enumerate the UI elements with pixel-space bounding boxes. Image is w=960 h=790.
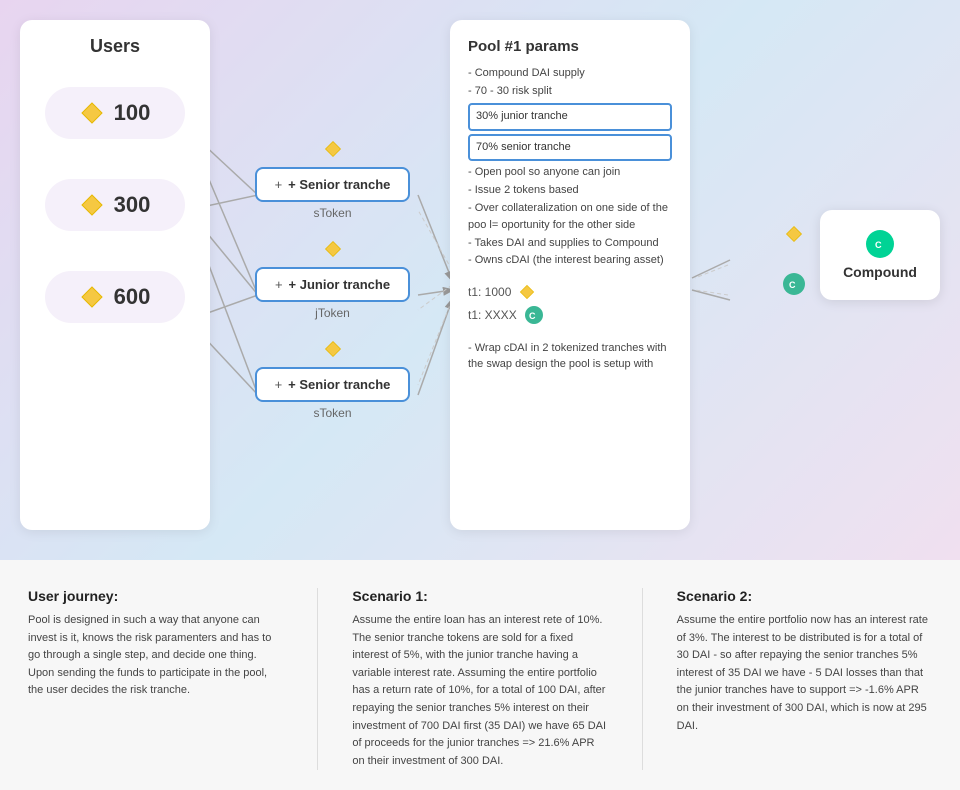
user-amount-300: 300 [114, 192, 151, 218]
t1-xxxx-label: t1: XXXX [468, 308, 517, 322]
divider-1 [317, 588, 318, 770]
tranche-diamond-2 [324, 240, 342, 258]
user-journey-title: User journey: [28, 588, 283, 604]
pool-param-supply: - Compound DAI supply [468, 65, 672, 83]
senior-tranche-top-token: sToken [313, 206, 351, 220]
connector-area: C [783, 225, 805, 295]
scenario1-col: Scenario 1: Assume the entire loan has a… [352, 588, 607, 770]
pool-param-split: - 70 - 30 risk split [468, 83, 672, 101]
user-amount-100: 100 [114, 100, 151, 126]
svg-text:C: C [529, 311, 536, 321]
scenario1-title: Scenario 1: [352, 588, 607, 604]
divider-2 [642, 588, 643, 770]
pool-highlight-senior: 70% senior tranche [468, 134, 672, 162]
t1-1000-label: t1: 1000 [468, 285, 511, 299]
scenario2-title: Scenario 2: [677, 588, 932, 604]
diamond-icon-100 [80, 101, 104, 125]
compound-logo: C [866, 230, 894, 258]
wrap-text: - Wrap cDAI in 2 tokenized tranches with… [468, 340, 672, 373]
pool-param-takes: - Takes DAI and supplies to Compound [468, 235, 672, 253]
pool-param-owns: - Owns cDAI (the interest bearing asset) [468, 252, 672, 270]
senior-tranche-bottom-token: sToken [313, 406, 351, 420]
senior-tranche-bottom: + + Senior tranche [255, 367, 410, 402]
bottom-section: User journey: Pool is designed in such a… [0, 560, 960, 790]
scenario2-text: Assume the entire portfolio now has an i… [677, 612, 932, 735]
junior-tranche-token: jToken [315, 306, 350, 320]
pool-param-open: - Open pool so anyone can join [468, 164, 672, 182]
tranches-area: + + Senior tranche sToken + + Junior tra… [255, 140, 410, 420]
users-title: Users [90, 36, 140, 57]
tranche-diamond-3 [324, 340, 342, 358]
user-journey-text: Pool is designed in such a way that anyo… [28, 612, 283, 700]
user-100: 100 [45, 87, 185, 139]
compound-box: C Compound [820, 210, 940, 300]
cdai-icon: C [525, 306, 543, 324]
user-300: 300 [45, 179, 185, 231]
senior-tranche-bottom-label: + Senior tranche [288, 377, 390, 392]
svg-text:C: C [875, 240, 882, 250]
pool-params-list: - Compound DAI supply - 70 - 30 risk spl… [468, 65, 672, 270]
t1-row-xxxx: t1: XXXX C [468, 306, 672, 324]
junior-tranche-label: + Junior tranche [289, 277, 391, 292]
connector-diamond-gold [785, 225, 803, 243]
pool-param-collateral: - Over collateralization on one side of … [468, 200, 672, 235]
diamond-icon-600 [80, 285, 104, 309]
connector-cdai: C [783, 273, 805, 295]
junior-tranche: + + Junior tranche [255, 267, 410, 302]
pool-param-issue: - Issue 2 tokens based [468, 182, 672, 200]
users-panel: Users 100 300 600 [20, 20, 210, 530]
tranche-diamond-1 [324, 140, 342, 158]
senior-tranche-top: + + Senior tranche [255, 167, 410, 202]
t1-diamond-gold [519, 284, 535, 300]
compound-name: Compound [843, 264, 917, 280]
scenario2-col: Scenario 2: Assume the entire portfolio … [677, 588, 932, 770]
diamond-icon-300 [80, 193, 104, 217]
pool-title: Pool #1 params [468, 38, 672, 55]
main-diagram-area: Users 100 300 600 [0, 0, 960, 560]
user-600: 600 [45, 271, 185, 323]
t1-row-1000: t1: 1000 [468, 284, 672, 300]
pool-highlight-junior: 30% junior tranche [468, 103, 672, 131]
scenario1-text: Assume the entire loan has an interest r… [352, 612, 607, 770]
pool-panel: Pool #1 params - Compound DAI supply - 7… [450, 20, 690, 530]
user-amount-600: 600 [114, 284, 151, 310]
user-journey-col: User journey: Pool is designed in such a… [28, 588, 283, 770]
senior-tranche-top-label: + Senior tranche [288, 177, 390, 192]
svg-text:C: C [789, 280, 796, 290]
